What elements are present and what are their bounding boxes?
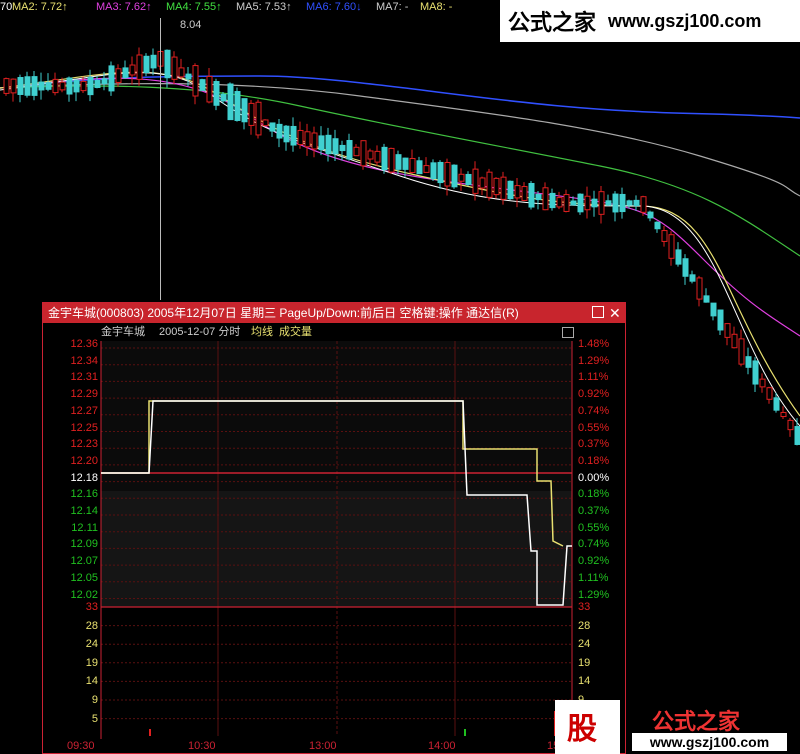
percent-axis-label: 0.37%: [578, 505, 610, 517]
percent-axis-label: 1.48%: [578, 338, 610, 350]
price-tooltip: 8.04: [180, 19, 202, 31]
ma-legend-item: 70: [0, 1, 13, 13]
volume-axis-label: 19: [85, 656, 98, 669]
percent-axis-label: 1.11%: [578, 571, 609, 584]
price-axis-label: 12.18: [70, 471, 98, 484]
crosshair-line: [160, 18, 161, 300]
time-label: 14:00: [428, 740, 456, 752]
price-axis-label: 12.29: [70, 388, 98, 401]
price-axis-label: 12.07: [70, 555, 98, 568]
volume-bars: [149, 711, 556, 736]
percent-axis-label: 1.29%: [578, 588, 610, 601]
price-axis-label: 12.25: [70, 421, 98, 434]
close-icon[interactable]: ✕: [609, 303, 621, 323]
percent-axis-label: 0.55%: [578, 421, 610, 434]
price-axis-label: 12.20: [70, 454, 98, 467]
volume-axis-label: 33: [85, 601, 98, 613]
price-axis-label: 12.09: [70, 538, 98, 551]
time-label: 13:00: [309, 740, 337, 752]
percent-axis-label: 0.74%: [578, 404, 610, 417]
ma-legend-item: MA6: 7.60↓: [306, 1, 362, 13]
price-axis-label: 12.14: [70, 505, 98, 517]
price-axis-label: 12.27: [70, 404, 98, 417]
panel-toggle-icon[interactable]: [562, 327, 574, 338]
price-axis-label: 12.05: [70, 571, 98, 584]
watermark-name: 公式之家: [652, 709, 741, 735]
chart-date: 2005-12-07 分时: [159, 326, 241, 338]
percent-axis-label: 1.11%: [578, 371, 609, 384]
ma-legend-item: MA3: 7.62↑: [96, 1, 152, 13]
intraday-chart[interactable]: [43, 341, 627, 739]
price-axis-label: 12.11: [71, 521, 98, 534]
percent-axis-label: 0.55%: [578, 521, 610, 534]
ma-legend-bar: 70 MA2: 7.72↑ MA3: 7.62↑ MA4: 7.55↑ MA5:…: [0, 0, 500, 16]
volume-axis-label: 28: [85, 619, 98, 632]
stock-glyph: 股: [567, 712, 597, 747]
volume-axis-label: 24: [85, 638, 98, 651]
ma-legend-item: MA8: -: [420, 1, 453, 13]
price-axis-label: 12.34: [70, 354, 98, 367]
watermark-url: www.gszj100.com: [632, 733, 787, 751]
volume-axis-label: 5: [91, 712, 98, 725]
watermark-bottom: 公式之家 www.gszj100.com: [632, 700, 800, 754]
volume-axis-label: 28: [578, 619, 591, 632]
percent-axis-label: 0.37%: [578, 438, 610, 451]
ma-legend-item: MA5: 7.53↑: [236, 1, 292, 13]
price-axis-label: 12.31: [70, 371, 98, 384]
percent-axis-label: 1.29%: [578, 354, 610, 367]
volume-axis-label: 14: [578, 675, 591, 688]
volume-label: 成交量: [279, 326, 312, 338]
ma-legend-item: MA4: 7.55↑: [166, 1, 222, 13]
volume-axis-label: 14: [85, 675, 98, 688]
window-subheader: 金宇车城 2005-12-07 分时 均线 成交量: [43, 323, 625, 341]
percent-axis-label: 0.92%: [578, 555, 610, 568]
price-axis-label: 12.36: [70, 338, 98, 350]
intraday-window[interactable]: 金宇车城(000803) 2005年12月07日 星期三 PageUp/Down…: [42, 302, 626, 754]
price-axis-label: 12.02: [70, 588, 98, 601]
percent-axis-label: 0.74%: [578, 538, 610, 551]
window-title: 金宇车城(000803) 2005年12月07日 星期三 PageUp/Down…: [48, 306, 519, 320]
percent-axis-label: 0.00%: [578, 471, 610, 484]
volume-axis-label: 24: [578, 638, 591, 651]
ma-legend-item: MA7: -: [376, 1, 409, 13]
avg-line-label: 均线: [251, 326, 273, 338]
percent-axis-label: 0.18%: [578, 488, 610, 501]
volume-axis-label: 33: [578, 601, 591, 613]
stock-logo-icon: 股: [555, 700, 620, 754]
time-label: 09:30: [67, 740, 95, 752]
stock-name: 金宇车城: [101, 326, 145, 338]
maximize-icon[interactable]: [592, 306, 604, 318]
price-axis-label: 12.16: [70, 488, 98, 501]
ma-legend-item: MA2: 7.72↑: [12, 1, 68, 13]
price-axis-label: 12.23: [70, 438, 98, 451]
percent-axis-label: 0.92%: [578, 388, 610, 401]
volume-axis-label: 9: [91, 694, 98, 706]
volume-axis-label: 19: [578, 656, 591, 669]
percent-axis-label: 0.18%: [578, 454, 610, 467]
window-title-bar[interactable]: 金宇车城(000803) 2005年12月07日 星期三 PageUp/Down…: [43, 303, 625, 323]
time-label: 10:30: [188, 740, 216, 752]
